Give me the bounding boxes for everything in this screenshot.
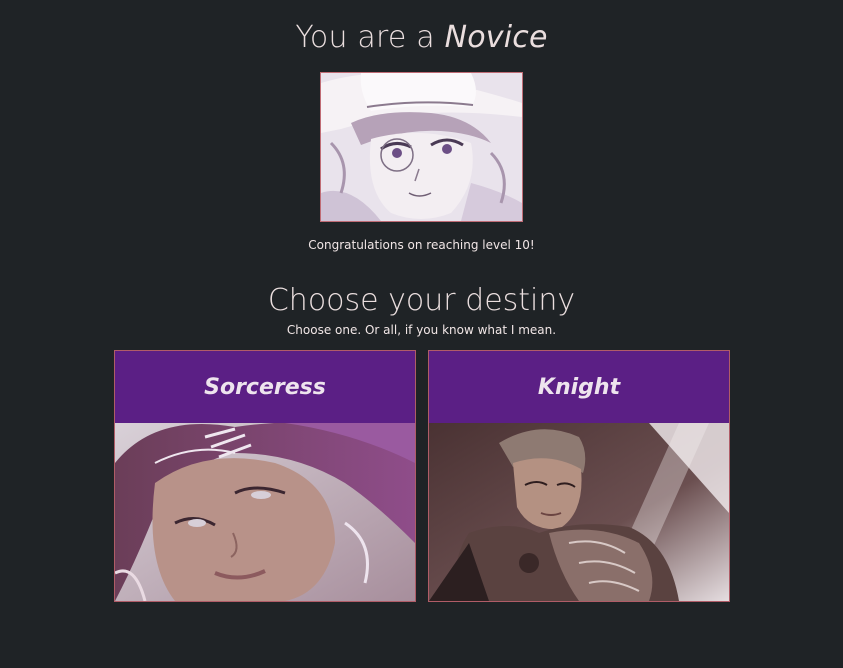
card-header: Knight bbox=[429, 351, 729, 423]
card-title-knight: Knight bbox=[537, 374, 621, 400]
sorceress-portrait-image bbox=[115, 423, 415, 601]
sorceress-card[interactable]: Sorceress bbox=[114, 350, 416, 602]
knight-card[interactable]: Knight bbox=[428, 350, 730, 602]
rank-name: Novice bbox=[444, 20, 548, 55]
page: You are a Novice Congratulations on reac… bbox=[0, 0, 843, 668]
card-header: Sorceress bbox=[115, 351, 415, 423]
knight-portrait-image bbox=[429, 423, 729, 601]
rank-portrait-image bbox=[320, 72, 523, 222]
congratulations-message: Congratulations on reaching level 10! bbox=[308, 238, 535, 252]
rank-prefix: You are a bbox=[295, 20, 435, 55]
card-title-sorceress: Sorceress bbox=[204, 374, 326, 400]
rank-title: You are a Novice bbox=[0, 20, 843, 55]
destiny-heading: Choose your destiny bbox=[267, 283, 576, 318]
destiny-subtitle: Choose one. Or all, if you know what I m… bbox=[286, 323, 557, 337]
